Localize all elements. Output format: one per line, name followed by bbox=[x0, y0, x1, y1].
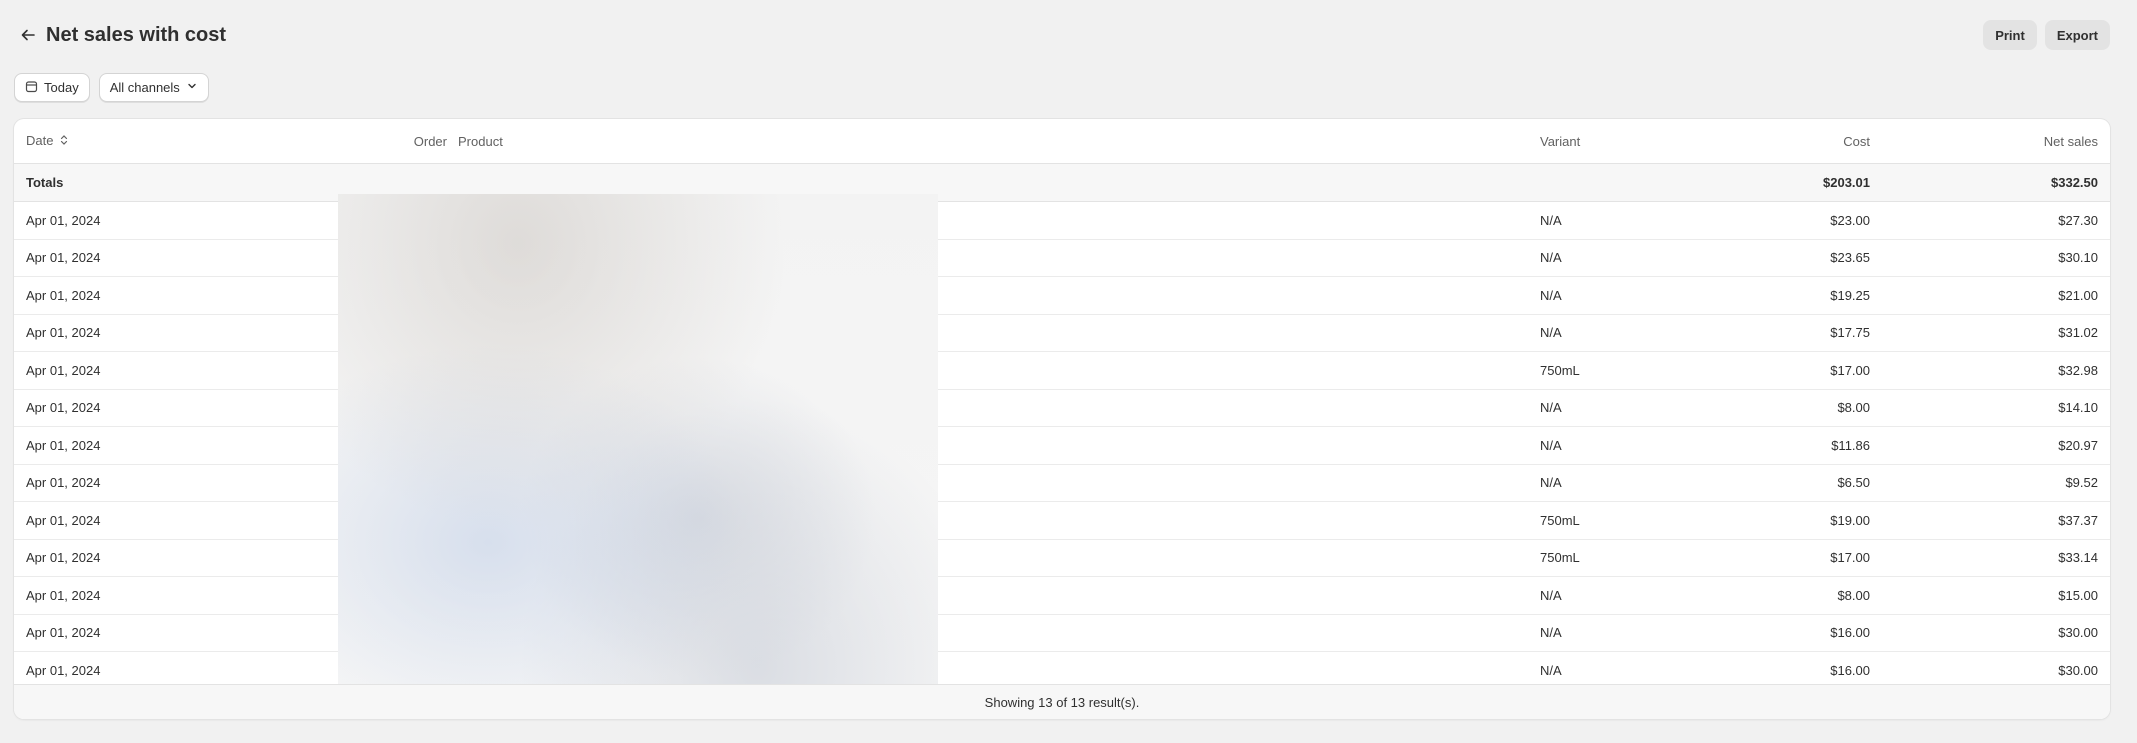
row-cost: $17.75 bbox=[1710, 314, 1870, 352]
row-net-sales: $30.10 bbox=[1870, 239, 2110, 277]
table-row: Apr 01, 2024 N/A $8.00 $15.00 bbox=[14, 576, 2110, 615]
row-net-sales: $15.00 bbox=[1870, 576, 2110, 615]
column-header-date[interactable]: Date bbox=[14, 119, 399, 164]
column-header-cost[interactable]: Cost bbox=[1710, 119, 1870, 164]
totals-net-sales: $332.50 bbox=[1870, 163, 2110, 202]
row-cost: $11.86 bbox=[1710, 426, 1870, 465]
table-footer: Showing 13 of 13 result(s). bbox=[14, 684, 2110, 719]
row-cost: $19.25 bbox=[1710, 276, 1870, 315]
page-title: Net sales with cost bbox=[46, 23, 227, 46]
filter-bar: Today All channels bbox=[14, 73, 209, 102]
back-arrow-icon[interactable] bbox=[14, 21, 42, 49]
date-filter-label: Today bbox=[44, 80, 79, 95]
totals-cost: $203.01 bbox=[1710, 163, 1870, 202]
row-cost: $19.00 bbox=[1710, 501, 1870, 540]
row-variant: N/A bbox=[1540, 576, 1710, 615]
row-variant: N/A bbox=[1540, 614, 1710, 652]
row-net-sales: $30.00 bbox=[1870, 614, 2110, 652]
row-cost: $8.00 bbox=[1710, 389, 1870, 427]
table-row: Apr 01, 2024 N/A $23.65 $30.10 bbox=[14, 239, 2110, 277]
column-header-net-sales[interactable]: Net sales bbox=[1870, 119, 2110, 164]
row-variant: N/A bbox=[1540, 201, 1710, 240]
row-net-sales: $33.14 bbox=[1870, 539, 2110, 577]
sort-icon[interactable] bbox=[60, 134, 68, 149]
row-net-sales: $37.37 bbox=[1870, 501, 2110, 540]
report-table: Date Order Product Variant Cost Net sale… bbox=[14, 119, 2110, 690]
row-net-sales: $32.98 bbox=[1870, 351, 2110, 390]
row-net-sales: $27.30 bbox=[1870, 201, 2110, 240]
table-row: Apr 01, 2024 N/A $16.00 $30.00 bbox=[14, 614, 2110, 652]
table-row: Apr 01, 2024 750mL $19.00 $37.37 bbox=[14, 501, 2110, 540]
row-cost: $16.00 bbox=[1710, 614, 1870, 652]
row-variant: N/A bbox=[1540, 389, 1710, 427]
totals-row: Totals $203.01 $332.50 bbox=[14, 163, 2110, 202]
row-net-sales: $20.97 bbox=[1870, 426, 2110, 465]
row-cost: $23.65 bbox=[1710, 239, 1870, 277]
table-header-row: Date Order Product Variant Cost Net sale… bbox=[14, 119, 2110, 164]
row-variant: 750mL bbox=[1540, 539, 1710, 577]
export-button[interactable]: Export bbox=[2044, 20, 2110, 50]
row-variant: N/A bbox=[1540, 464, 1710, 502]
page-header: Net sales with cost Print Export bbox=[14, 18, 2110, 52]
table-row: Apr 01, 2024 N/A $23.00 $27.30 bbox=[14, 201, 2110, 240]
row-net-sales: $21.00 bbox=[1870, 276, 2110, 315]
row-cost: $23.00 bbox=[1710, 201, 1870, 240]
column-header-order[interactable]: Order bbox=[399, 119, 447, 164]
table-row: Apr 01, 2024 N/A $19.25 $21.00 bbox=[14, 276, 2110, 315]
row-cost: $17.00 bbox=[1710, 539, 1870, 577]
row-net-sales: $31.02 bbox=[1870, 314, 2110, 352]
chevron-down-icon bbox=[186, 80, 198, 95]
row-variant: 750mL bbox=[1540, 501, 1710, 540]
table-row: Apr 01, 2024 N/A $11.86 $20.97 bbox=[14, 426, 2110, 465]
report-table-card: Date Order Product Variant Cost Net sale… bbox=[14, 119, 2110, 719]
row-variant: N/A bbox=[1540, 239, 1710, 277]
table-row: Apr 01, 2024 N/A $8.00 $14.10 bbox=[14, 389, 2110, 427]
column-header-product[interactable]: Product bbox=[447, 119, 1540, 164]
row-variant: N/A bbox=[1540, 426, 1710, 465]
channel-filter-dropdown[interactable]: All channels bbox=[98, 73, 209, 102]
row-cost: $17.00 bbox=[1710, 351, 1870, 390]
table-row: Apr 01, 2024 750mL $17.00 $32.98 bbox=[14, 351, 2110, 390]
header-actions: Print Export bbox=[1983, 20, 2110, 50]
row-variant: 750mL bbox=[1540, 351, 1710, 390]
row-net-sales: $9.52 bbox=[1870, 464, 2110, 502]
table-row: Apr 01, 2024 N/A $17.75 $31.02 bbox=[14, 314, 2110, 352]
row-cost: $8.00 bbox=[1710, 576, 1870, 615]
row-variant: N/A bbox=[1540, 314, 1710, 352]
channel-filter-label: All channels bbox=[109, 80, 180, 95]
row-cost: $6.50 bbox=[1710, 464, 1870, 502]
date-filter-button[interactable]: Today bbox=[14, 73, 90, 102]
row-variant: N/A bbox=[1540, 276, 1710, 315]
redacted-region bbox=[338, 194, 938, 692]
table-row: Apr 01, 2024 N/A $6.50 $9.52 bbox=[14, 464, 2110, 502]
column-header-variant[interactable]: Variant bbox=[1540, 119, 1710, 164]
calendar-icon bbox=[25, 80, 38, 96]
row-net-sales: $14.10 bbox=[1870, 389, 2110, 427]
table-row: Apr 01, 2024 750mL $17.00 $33.14 bbox=[14, 539, 2110, 577]
print-button[interactable]: Print bbox=[1983, 20, 2037, 50]
